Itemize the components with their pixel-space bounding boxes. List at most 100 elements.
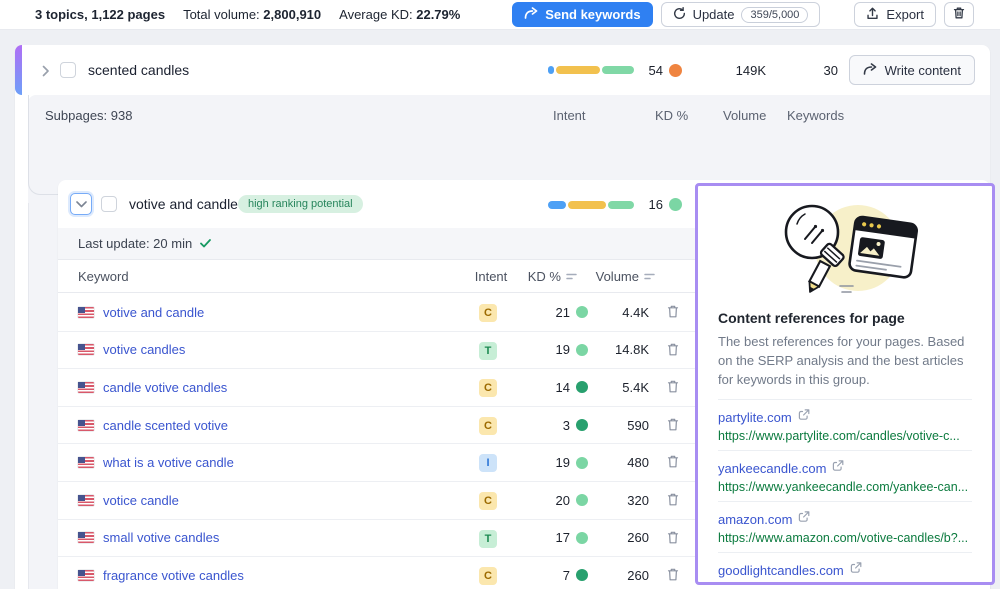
kd-cell: 17 (518, 520, 588, 557)
kd-value: 21 (556, 305, 570, 320)
intent-badge: I (479, 454, 497, 472)
us-flag-icon (78, 457, 94, 468)
trash-icon (952, 6, 966, 23)
topbar: 3 topics, 1,122 pages Total volume: 2,80… (0, 0, 1000, 30)
keyword-link[interactable]: candle votive candles (103, 380, 227, 395)
reference-item: amazon.com https://www.amazon.com/votive… (718, 501, 972, 552)
update-button[interactable]: Update 359/5,000 (661, 2, 821, 27)
header-volume-sort[interactable]: Volume (593, 261, 655, 292)
total-volume: Total volume: 2,800,910 (183, 7, 321, 22)
us-flag-icon (78, 344, 94, 355)
remove-keyword-button[interactable] (664, 492, 682, 510)
keyword-link[interactable]: fragrance votive candles (103, 568, 244, 583)
header-keyword: Keyword (78, 261, 129, 292)
remove-keyword-button[interactable] (664, 530, 682, 548)
kd-cell: 14 (518, 369, 588, 406)
intent-segment-yellow (556, 66, 600, 74)
topic-row: scented candles 54 149K 30 Write content (15, 45, 990, 95)
kd-cell: 20 (518, 482, 588, 519)
us-flag-icon (78, 532, 94, 543)
topic-label: scented candles (88, 62, 189, 78)
reference-domain-link[interactable]: partylite.com (718, 410, 792, 425)
volume-value: 14.8K (603, 332, 649, 369)
collapse-toggle[interactable] (70, 193, 92, 215)
topic-volume: 149K (708, 45, 766, 95)
kd-dot (576, 532, 588, 544)
header-kd-sort[interactable]: KD % (508, 261, 577, 292)
volume-value: 590 (603, 407, 649, 444)
remove-keyword-button[interactable] (664, 454, 682, 472)
chevron-right-icon[interactable] (42, 64, 50, 82)
intent-badge: T (479, 530, 497, 548)
chevron-down-icon (76, 195, 87, 213)
kd-cell: 19 (518, 444, 588, 481)
check-icon (200, 236, 211, 251)
reference-list: partylite.com https://www.partylite.com/… (718, 399, 972, 585)
remove-keyword-button[interactable] (664, 304, 682, 322)
kd-dot (576, 494, 588, 506)
remove-keyword-button[interactable] (664, 379, 682, 397)
column-kd: KD % (655, 108, 688, 123)
intent-badge: C (479, 492, 497, 510)
reference-domain-link[interactable]: yankeecandle.com (718, 461, 826, 476)
references-description: The best references for your pages. Base… (718, 332, 972, 389)
external-link-icon (798, 408, 810, 426)
remove-keyword-button[interactable] (664, 567, 682, 585)
write-content-button[interactable]: Write content (849, 55, 975, 85)
intent-badge: C (479, 417, 497, 435)
topics-pages-count: 3 topics, 1,122 pages (35, 7, 165, 22)
update-quota-badge: 359/5,000 (741, 7, 808, 23)
reference-domain-link[interactable]: goodlightcandles.com (718, 563, 844, 578)
write-arrow-icon (863, 63, 877, 78)
reference-url: https://goodlightcandles.com/blogs/news/… (718, 582, 972, 585)
us-flag-icon (78, 495, 94, 506)
kd-dot (576, 381, 588, 393)
subpage-label: votive and candle (129, 196, 238, 212)
remove-keyword-button[interactable] (664, 342, 682, 360)
send-arrow-icon (524, 7, 538, 22)
top-actions: Send keywords Update 359/5,000 Export (512, 2, 974, 27)
keyword-link[interactable]: votice candle (103, 493, 179, 508)
volume-value: 5.4K (603, 369, 649, 406)
tree-guide-line (28, 203, 29, 589)
topic-checkbox[interactable] (60, 62, 76, 78)
kd-cell: 7 (518, 557, 588, 589)
kd-dot (576, 306, 588, 318)
export-button[interactable]: Export (854, 2, 936, 27)
kd-value: 19 (556, 342, 570, 357)
kd-dot (669, 64, 682, 77)
keyword-link[interactable]: small votive candles (103, 530, 219, 545)
kd-cell: 3 (518, 407, 588, 444)
export-icon (866, 7, 879, 23)
lightbulb-illustration-icon (760, 198, 930, 300)
kd-dot (576, 419, 588, 431)
sort-icon (644, 269, 655, 284)
reference-url: https://www.partylite.com/candles/votive… (718, 429, 972, 443)
content-references-panel: Content references for page The best ref… (695, 183, 995, 585)
subpage-checkbox[interactable] (101, 196, 117, 212)
kd-dot (669, 198, 682, 211)
column-intent: Intent (553, 108, 586, 123)
average-kd: Average KD: 22.79% (339, 7, 460, 22)
keyword-link[interactable]: votive candles (103, 342, 185, 357)
intent-segment-blue (548, 66, 554, 74)
keyword-link[interactable]: votive and candle (103, 305, 204, 320)
ranking-potential-badge: high ranking potential (238, 195, 363, 213)
remove-keyword-button[interactable] (664, 417, 682, 435)
volume-value: 4.4K (603, 294, 649, 331)
kd-cell: 21 (518, 294, 588, 331)
intent-badge: C (479, 304, 497, 322)
sort-icon (566, 269, 577, 284)
us-flag-icon (78, 307, 94, 318)
refresh-icon (673, 7, 686, 23)
keyword-link[interactable]: what is a votive candle (103, 455, 234, 470)
external-link-icon (850, 561, 862, 579)
volume-value: 320 (603, 482, 649, 519)
send-keywords-button[interactable]: Send keywords (512, 2, 652, 27)
delete-button[interactable] (944, 2, 974, 27)
reference-domain-link[interactable]: amazon.com (718, 512, 792, 527)
kd-value: 17 (556, 530, 570, 545)
keyword-link[interactable]: candle scented votive (103, 418, 228, 433)
reference-item: yankeecandle.com https://www.yankeecandl… (718, 450, 972, 501)
subpages-count: Subpages: 938 (45, 108, 132, 123)
